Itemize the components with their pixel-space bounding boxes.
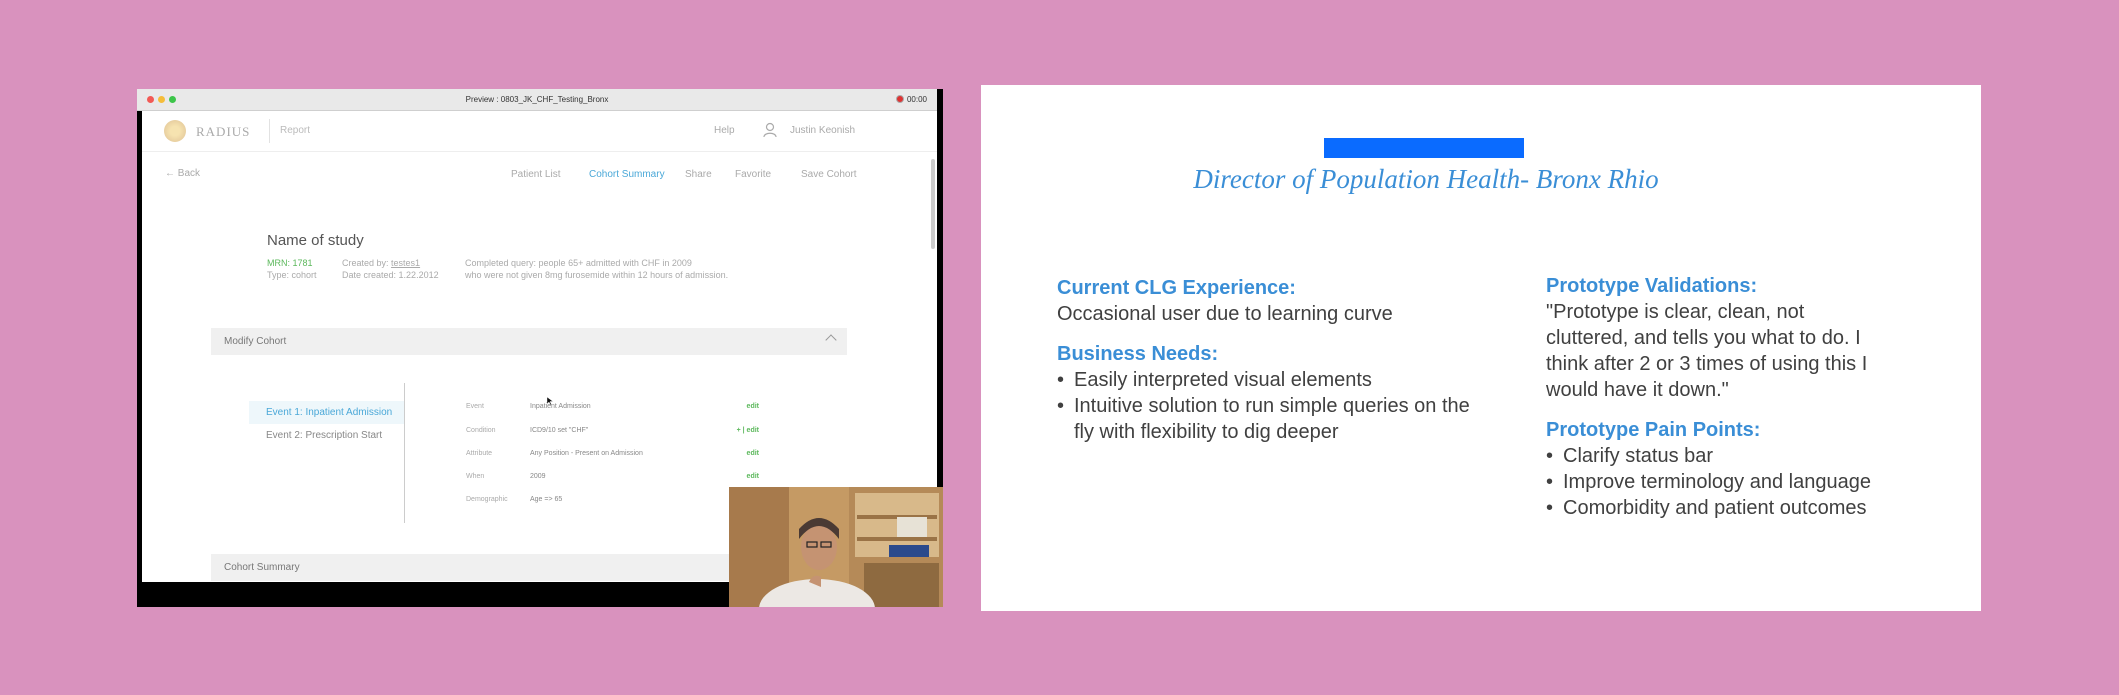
app-logo-text: RADIUS bbox=[196, 124, 251, 139]
event-item-1[interactable]: Event 1: Inpatient Admission bbox=[249, 401, 404, 424]
app-header: RADIUS Report Help Justin Keonish bbox=[142, 111, 937, 152]
criteria-edit-link[interactable]: edit bbox=[747, 473, 759, 480]
window-titlebar: Preview : 0803_JK_CHF_Testing_Bronx 00:0… bbox=[137, 89, 937, 111]
screen-recording: Preview : 0803_JK_CHF_Testing_Bronx 00:0… bbox=[137, 89, 943, 607]
criteria-key: Demographic bbox=[466, 496, 508, 503]
criteria-value: Any Position - Present on Admission bbox=[530, 450, 643, 457]
creator-link[interactable]: testes1 bbox=[391, 258, 420, 268]
header-divider bbox=[269, 119, 270, 143]
criteria-value: 2009 bbox=[530, 473, 546, 480]
redacted-name-box bbox=[1324, 138, 1524, 158]
validations-quote: "Prototype is clear, clean, not cluttere… bbox=[1546, 301, 1868, 401]
persona-slide: Director of Population Health- Bronx Rhi… bbox=[981, 85, 1981, 611]
list-item: Comorbidity and patient outcomes bbox=[1546, 495, 1951, 521]
event-item-2[interactable]: Event 2: Prescription Start bbox=[249, 424, 404, 447]
list-item: Intuitive solution to run simple queries… bbox=[1057, 393, 1487, 445]
back-link[interactable]: ← Back bbox=[165, 168, 200, 179]
criteria-value: Age => 65 bbox=[530, 496, 563, 503]
list-item: Improve terminology and language bbox=[1546, 469, 1951, 495]
record-icon bbox=[895, 95, 904, 103]
section-label: Report bbox=[280, 125, 311, 136]
nav-cohort-summary[interactable]: Cohort Summary bbox=[589, 169, 665, 180]
criteria-edit-link[interactable]: edit bbox=[747, 450, 759, 457]
criteria-edit-link[interactable]: + | edit bbox=[737, 427, 759, 434]
webcam-frame bbox=[729, 487, 943, 607]
business-needs-list: Easily interpreted visual elements Intui… bbox=[1057, 367, 1487, 445]
criteria-value: ICD9/10 set "CHF" bbox=[530, 427, 589, 434]
nav-favorite[interactable]: Favorite bbox=[735, 169, 771, 180]
recording-timer: 00:00 bbox=[895, 95, 927, 104]
user-icon bbox=[763, 122, 777, 138]
study-created-meta: Created by: testes1 Date created: 1.22.2… bbox=[342, 258, 439, 280]
nav-share[interactable]: Share bbox=[685, 169, 712, 180]
nav-patient-list[interactable]: Patient List bbox=[511, 169, 560, 180]
criteria-key: Attribute bbox=[466, 450, 493, 457]
current-experience-text: Occasional user due to learning curve bbox=[1057, 303, 1393, 325]
radius-logo-icon bbox=[164, 120, 186, 142]
criteria-value: Inpatient Admission bbox=[530, 403, 591, 410]
study-id-meta: MRN: 1781 Type: cohort bbox=[267, 258, 317, 280]
modify-cohort-bar[interactable]: Modify Cohort bbox=[211, 328, 847, 355]
criteria-edit-link[interactable]: edit bbox=[747, 403, 759, 410]
pain-points-heading: Prototype Pain Points: bbox=[1546, 419, 1761, 441]
criteria-key: When bbox=[466, 473, 485, 480]
window-title: Preview : 0803_JK_CHF_Testing_Bronx bbox=[465, 95, 609, 104]
validations-heading: Prototype Validations: bbox=[1546, 275, 1758, 297]
business-needs-heading: Business Needs: bbox=[1057, 343, 1219, 365]
events-divider bbox=[404, 383, 405, 523]
list-item: Clarify status bar bbox=[1546, 443, 1951, 469]
study-title: Name of study bbox=[267, 232, 364, 249]
persona-role: Director of Population Health- Bronx Rhi… bbox=[1193, 164, 1659, 194]
list-item: Easily interpreted visual elements bbox=[1057, 367, 1487, 393]
webcam-video bbox=[729, 487, 943, 607]
study-query: Completed query: people 65+ admitted wit… bbox=[465, 258, 729, 280]
nav-save-cohort[interactable]: Save Cohort bbox=[801, 169, 857, 180]
criteria-key: Event bbox=[466, 403, 484, 410]
criteria-key: Condition bbox=[466, 427, 496, 434]
help-link[interactable]: Help bbox=[714, 125, 735, 136]
scrollbar[interactable] bbox=[931, 159, 935, 249]
current-experience-heading: Current CLG Experience: bbox=[1057, 277, 1296, 299]
collapse-chevron-icon[interactable] bbox=[825, 334, 837, 346]
user-name[interactable]: Justin Keonish bbox=[790, 125, 855, 136]
right-column: Prototype Validations: "Prototype is cle… bbox=[1546, 273, 1951, 521]
left-column: Current CLG Experience: Occasional user … bbox=[1057, 275, 1487, 445]
pain-points-list: Clarify status bar Improve terminology a… bbox=[1546, 443, 1951, 521]
